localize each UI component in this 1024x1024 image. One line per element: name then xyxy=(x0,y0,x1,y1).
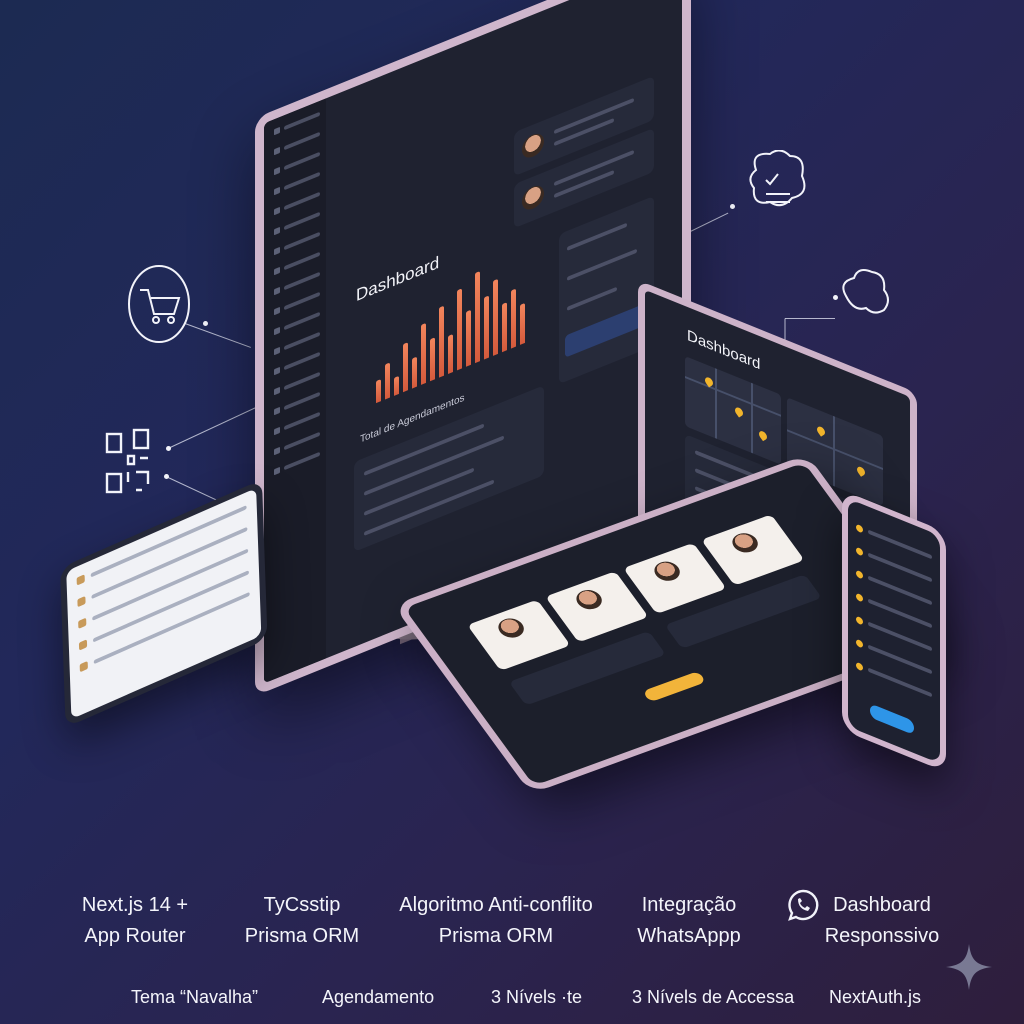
qr-code-icon xyxy=(104,428,154,500)
chart-bar xyxy=(421,322,426,385)
chart-bar xyxy=(511,288,516,349)
feature-nextjs: Next.js 14 + App Router xyxy=(70,890,200,952)
feature-dashboard: Dashboard Responssivo xyxy=(812,890,952,952)
avatar xyxy=(571,586,607,613)
connector-dot xyxy=(203,321,208,326)
map-street xyxy=(715,368,717,439)
feature-scheduling: Agendamento xyxy=(322,987,435,1007)
avatar xyxy=(522,182,544,214)
connector-dot xyxy=(730,204,735,209)
panel-row xyxy=(554,169,614,199)
action-button[interactable] xyxy=(870,703,914,736)
chart-bar xyxy=(412,356,417,389)
map-pin-icon[interactable] xyxy=(815,425,827,437)
chart-bar xyxy=(394,375,399,396)
feature-line: App Router xyxy=(84,925,186,947)
right-phone xyxy=(842,490,946,773)
chart-bar xyxy=(403,342,408,393)
connector-line xyxy=(167,405,259,449)
sidebar xyxy=(264,98,326,684)
feature-line: TyCsstip xyxy=(263,894,341,916)
feature-line: Dashboard xyxy=(833,894,931,916)
connector-dot xyxy=(164,474,169,479)
chart-bar xyxy=(448,334,453,375)
panel-row xyxy=(567,286,617,311)
feature-nextauth: NextAuth.js xyxy=(829,987,922,1007)
feature-access-levels: 3 Nívels de Accessa xyxy=(632,987,795,1007)
avatar xyxy=(727,530,763,556)
map-pin-icon[interactable] xyxy=(733,406,745,418)
feature-typescript: TyCsstip Prisma ORM xyxy=(232,890,372,952)
connector-line xyxy=(785,318,835,319)
avatar xyxy=(522,130,544,162)
sparkle-icon xyxy=(946,944,992,990)
panel-row xyxy=(567,248,637,281)
confirm-button[interactable] xyxy=(642,670,707,703)
chart-bar xyxy=(475,271,480,364)
feature-line: Integração xyxy=(641,894,737,916)
feature-line: Responssivo xyxy=(824,925,940,947)
map-street xyxy=(751,382,753,454)
chart-bar xyxy=(493,278,498,356)
cloud-icon xyxy=(836,266,892,328)
map-street xyxy=(833,415,835,487)
chart-bar xyxy=(439,305,444,378)
highlight-card[interactable] xyxy=(565,303,645,358)
chart-bar xyxy=(457,288,462,371)
chart-bar xyxy=(430,337,435,382)
feature-whatsapp: Integração WhatsAppp xyxy=(614,890,764,952)
feature-theme: Tema “Navalha” xyxy=(131,987,259,1007)
chart-bar xyxy=(520,302,525,345)
panel-row xyxy=(554,117,614,147)
chart-bar xyxy=(385,362,390,400)
avatar xyxy=(649,558,685,584)
chart-bar xyxy=(502,302,507,353)
feature-line: Prisma ORM xyxy=(244,925,360,947)
left-phone xyxy=(60,479,268,728)
map-pin-icon[interactable] xyxy=(757,429,769,442)
feature-line: Next.js 14 + xyxy=(81,894,189,916)
feature-line: Prisma ORM xyxy=(438,925,554,947)
chart-bar xyxy=(466,309,471,367)
feature-algorithm: Algoritmo Anti-conflito Prisma ORM xyxy=(384,890,608,952)
feature-levels: 3 Nívels ·te xyxy=(491,987,583,1007)
connector-line xyxy=(184,323,251,348)
chart-bar xyxy=(376,379,381,404)
panel-row xyxy=(567,222,627,251)
feature-line: WhatsAppp xyxy=(637,925,741,947)
appointments-panel xyxy=(354,385,544,553)
chat-checklist-icon xyxy=(748,150,808,230)
shopping-cart-icon xyxy=(126,264,192,344)
feature-line: Algoritmo Anti-conflito xyxy=(399,894,593,916)
chart-bar xyxy=(484,295,489,360)
map-pin-icon[interactable] xyxy=(855,465,867,477)
map-street xyxy=(685,375,781,417)
avatar xyxy=(493,615,529,641)
connector-dot xyxy=(166,446,171,451)
